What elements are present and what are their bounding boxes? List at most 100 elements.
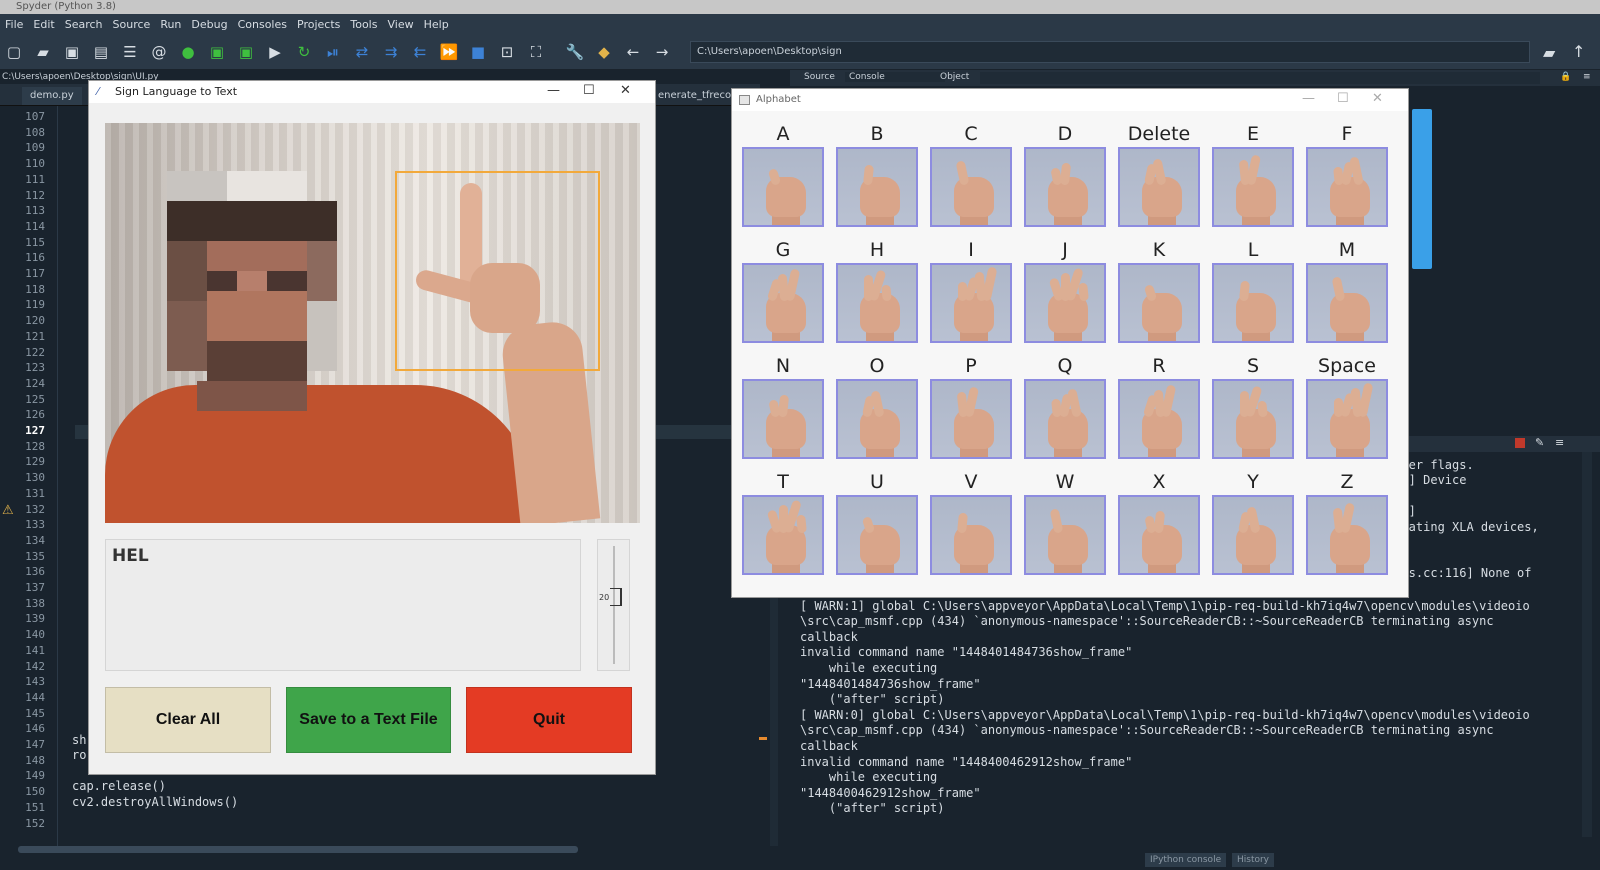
run-selection-icon[interactable]: ▶ bbox=[265, 42, 285, 62]
console-line: while executing bbox=[800, 661, 938, 675]
step-into-icon[interactable]: ⇉ bbox=[381, 42, 401, 62]
save-text-file-button[interactable]: Save to a Text File bbox=[286, 687, 451, 753]
console-line: invalid command name "1448401484736show_… bbox=[800, 645, 1133, 660]
tab-history[interactable]: History bbox=[1231, 853, 1275, 867]
menu-view[interactable]: View bbox=[382, 18, 418, 31]
hand-sign-image-s bbox=[1212, 379, 1294, 459]
run-cell-advance-icon[interactable]: ▣ bbox=[236, 42, 256, 62]
menu-search[interactable]: Search bbox=[60, 18, 108, 31]
stop-icon[interactable]: ■ bbox=[468, 42, 488, 62]
hand-sign-image-x bbox=[1118, 495, 1200, 575]
slider-thumb[interactable] bbox=[610, 588, 622, 606]
hand-sign-image-m bbox=[1306, 263, 1388, 343]
parent-directory-icon[interactable]: ↑ bbox=[1572, 42, 1585, 61]
line-number: 152 bbox=[25, 816, 45, 830]
alphabet-label-l: L bbox=[1247, 239, 1259, 261]
quit-button[interactable]: Quit bbox=[466, 687, 632, 753]
minimize-icon[interactable]: — bbox=[547, 83, 560, 98]
list-icon[interactable]: ☰ bbox=[120, 42, 140, 62]
menu-bar: File Edit Search Source Run Debug Consol… bbox=[0, 14, 1600, 34]
alphabet-label-i: I bbox=[968, 239, 974, 261]
new-file-icon[interactable]: ▢ bbox=[4, 42, 24, 62]
window-title: Sign Language to Text bbox=[89, 81, 655, 103]
at-icon[interactable]: @ bbox=[149, 42, 169, 62]
menu-consoles[interactable]: Consoles bbox=[233, 18, 292, 31]
close-icon[interactable]: ✕ bbox=[620, 83, 631, 98]
object-input[interactable] bbox=[980, 72, 1540, 84]
continue-icon[interactable]: ⏩ bbox=[439, 42, 459, 62]
alphabet-label-o: O bbox=[869, 355, 885, 377]
menu-help[interactable]: Help bbox=[419, 18, 454, 31]
alphabet-label-b: B bbox=[870, 123, 884, 145]
menu-tools[interactable]: Tools bbox=[345, 18, 382, 31]
source-label: Source bbox=[804, 72, 835, 82]
source-select[interactable]: Console bbox=[845, 72, 945, 82]
working-directory-input[interactable]: C:\Users\apoen\Desktop\sign bbox=[690, 41, 1530, 63]
fullscreen-icon[interactable]: ⛶ bbox=[526, 42, 546, 62]
line-number: 134 bbox=[25, 533, 45, 547]
alphabet-label-j: J bbox=[1062, 239, 1068, 261]
editor-horizontal-scrollbar[interactable] bbox=[18, 846, 578, 853]
menu-source[interactable]: Source bbox=[108, 18, 156, 31]
alphabet-label-f: F bbox=[1341, 123, 1353, 145]
scroll-marker bbox=[759, 737, 767, 740]
hand-sign-image-w bbox=[1024, 495, 1106, 575]
help-pane-scrollbar[interactable] bbox=[1412, 109, 1432, 269]
threshold-slider[interactable]: 20 bbox=[597, 539, 630, 671]
step-return-icon[interactable]: ⇇ bbox=[410, 42, 430, 62]
menu-debug[interactable]: Debug bbox=[186, 18, 232, 31]
menu-projects[interactable]: Projects bbox=[292, 18, 345, 31]
alphabet-label-v: V bbox=[964, 471, 978, 493]
python-path-icon[interactable]: ◆ bbox=[594, 42, 614, 62]
save-all-icon[interactable]: ▤ bbox=[91, 42, 111, 62]
forward-arrow-icon[interactable]: → bbox=[652, 42, 672, 62]
warning-icon[interactable]: ⚠ bbox=[2, 503, 14, 518]
line-number: 107 bbox=[25, 110, 45, 123]
line-number: 130 bbox=[25, 471, 45, 485]
clear-console-icon[interactable]: ✎ bbox=[1535, 436, 1544, 449]
run-cell-icon[interactable]: ▣ bbox=[207, 42, 227, 62]
save-icon[interactable]: ▣ bbox=[62, 42, 82, 62]
line-number: 136 bbox=[25, 565, 45, 579]
sign-language-window: Sign Language to Text ⁄ — ☐ ✕ HEL 20 Cle… bbox=[88, 80, 656, 775]
pane-options-icon[interactable]: ≡ bbox=[1583, 72, 1591, 82]
run-icon[interactable]: ● bbox=[178, 42, 198, 62]
editor-tab-demo[interactable]: demo.py bbox=[22, 87, 82, 105]
stop-console-icon[interactable] bbox=[1515, 438, 1525, 448]
clear-all-button[interactable]: Clear All bbox=[105, 687, 271, 753]
back-arrow-icon[interactable]: ← bbox=[623, 42, 643, 62]
object-label: Object bbox=[940, 72, 970, 82]
recognized-text-area[interactable]: HEL bbox=[105, 539, 581, 671]
open-folder-icon[interactable]: ▰ bbox=[33, 42, 53, 62]
lock-icon[interactable]: 🔒 bbox=[1560, 72, 1571, 82]
alphabet-label-p: P bbox=[965, 355, 977, 377]
maximize-pane-icon[interactable]: ⊡ bbox=[497, 42, 517, 62]
browse-folder-icon[interactable]: ▰ bbox=[1543, 43, 1555, 62]
line-number: 147 bbox=[25, 738, 45, 751]
line-number: 127 bbox=[25, 424, 45, 437]
line-number: 120 bbox=[25, 314, 45, 328]
console-options-icon[interactable]: ≡ bbox=[1555, 436, 1564, 449]
alphabet-label-e: E bbox=[1246, 123, 1259, 145]
line-number: 118 bbox=[25, 282, 45, 296]
alphabet-label-s: S bbox=[1246, 355, 1260, 377]
menu-edit[interactable]: Edit bbox=[28, 18, 59, 31]
preferences-wrench-icon[interactable]: 🔧 bbox=[565, 42, 585, 62]
line-number: 124 bbox=[25, 376, 45, 390]
debug-icon[interactable]: ⏯ bbox=[323, 42, 343, 62]
menu-run[interactable]: Run bbox=[155, 18, 186, 31]
tab-ipython-console[interactable]: IPython console bbox=[1145, 853, 1227, 867]
line-number: 129 bbox=[25, 455, 45, 469]
rerun-icon[interactable]: ↻ bbox=[294, 42, 314, 62]
line-number: 135 bbox=[25, 549, 45, 563]
maximize-icon[interactable]: ☐ bbox=[583, 83, 595, 98]
alphabet-label-x: X bbox=[1152, 471, 1166, 493]
alphabet-label-u: U bbox=[870, 471, 884, 493]
hand-sign-image-y bbox=[1212, 495, 1294, 575]
alphabet-label-w: W bbox=[1055, 471, 1075, 493]
menu-file[interactable]: File bbox=[0, 18, 28, 31]
step-icon[interactable]: ⇄ bbox=[352, 42, 372, 62]
hand-sign-image-k bbox=[1118, 263, 1200, 343]
line-number: 117 bbox=[25, 267, 45, 280]
console-scrollbar[interactable] bbox=[1582, 452, 1592, 837]
